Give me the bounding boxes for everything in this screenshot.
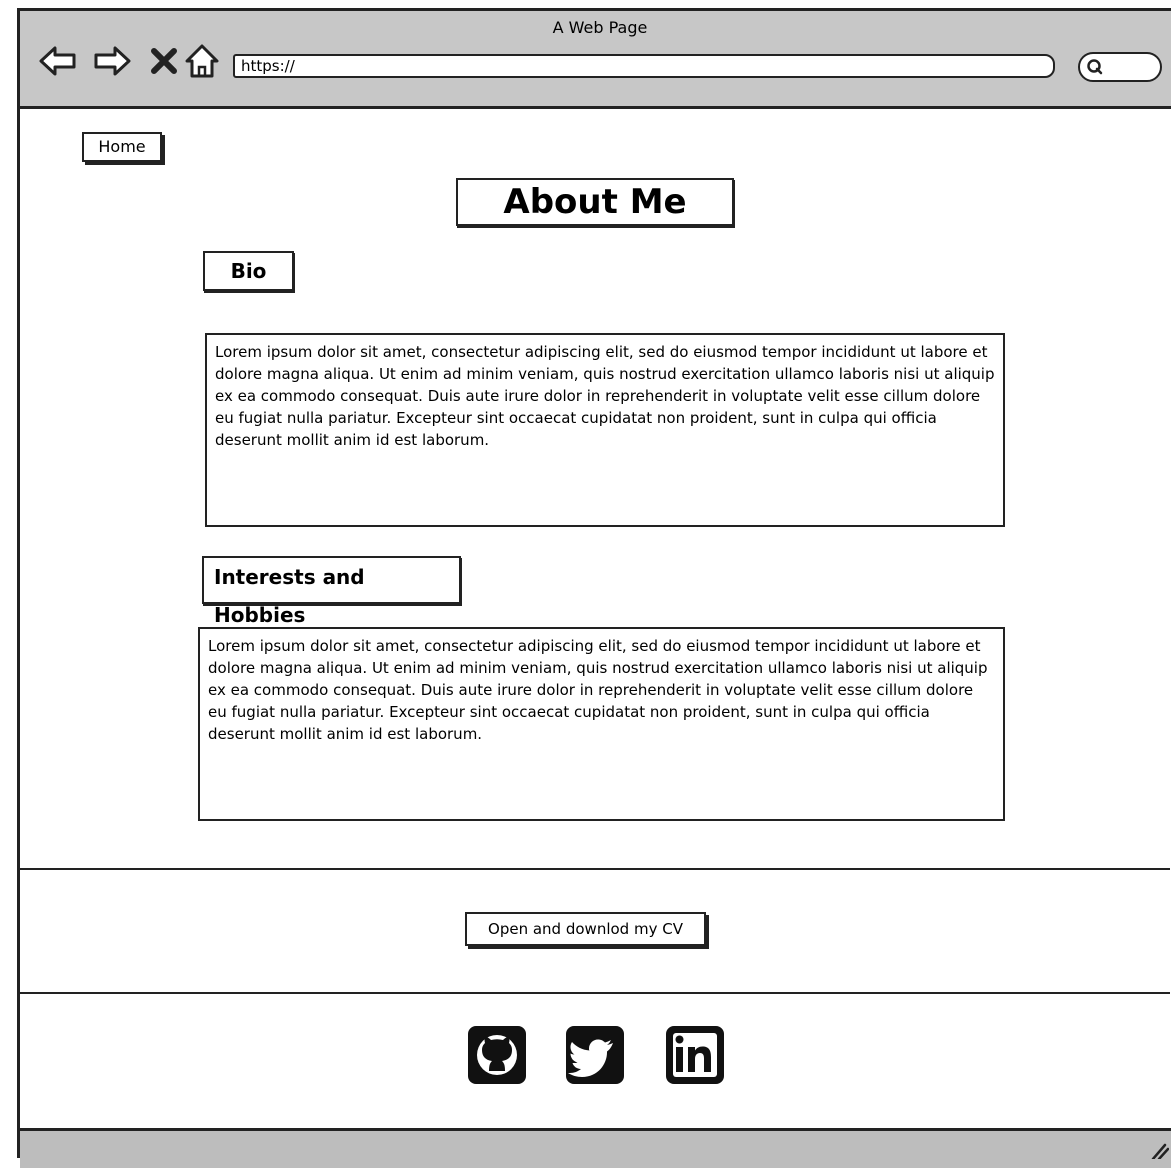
search-icon xyxy=(1087,59,1103,75)
twitter-icon[interactable] xyxy=(565,1025,625,1085)
browser-titlebar: A Web Page https:// xyxy=(20,11,1171,109)
bio-heading: Bio xyxy=(203,251,294,291)
window-title: A Web Page xyxy=(552,18,648,37)
linkedin-icon[interactable] xyxy=(665,1025,725,1085)
bio-text: Lorem ipsum dolor sit amet, consectetur … xyxy=(205,333,1005,527)
interests-heading: Interests and Hobbies xyxy=(202,556,461,627)
cv-download-button[interactable]: Open and downlod my CV xyxy=(465,912,706,946)
resize-grip-icon[interactable] xyxy=(1149,1139,1169,1159)
footer-divider-top xyxy=(20,868,1170,870)
footer-divider-bottom xyxy=(20,992,1170,994)
browser-window: A Web Page https:// Home About Me Bio Lo… xyxy=(17,8,1171,1168)
back-arrow-icon[interactable] xyxy=(38,41,78,81)
home-button[interactable]: Home xyxy=(82,132,162,162)
stop-x-icon[interactable] xyxy=(144,41,184,81)
github-icon[interactable] xyxy=(467,1025,527,1085)
page-title: About Me xyxy=(456,178,734,226)
search-button[interactable] xyxy=(1078,52,1162,82)
forward-arrow-icon[interactable] xyxy=(92,41,132,81)
browser-statusbar xyxy=(20,1128,1171,1168)
url-input[interactable]: https:// xyxy=(233,54,1055,78)
home-icon[interactable] xyxy=(182,41,222,81)
interests-text: Lorem ipsum dolor sit amet, consectetur … xyxy=(198,627,1005,821)
